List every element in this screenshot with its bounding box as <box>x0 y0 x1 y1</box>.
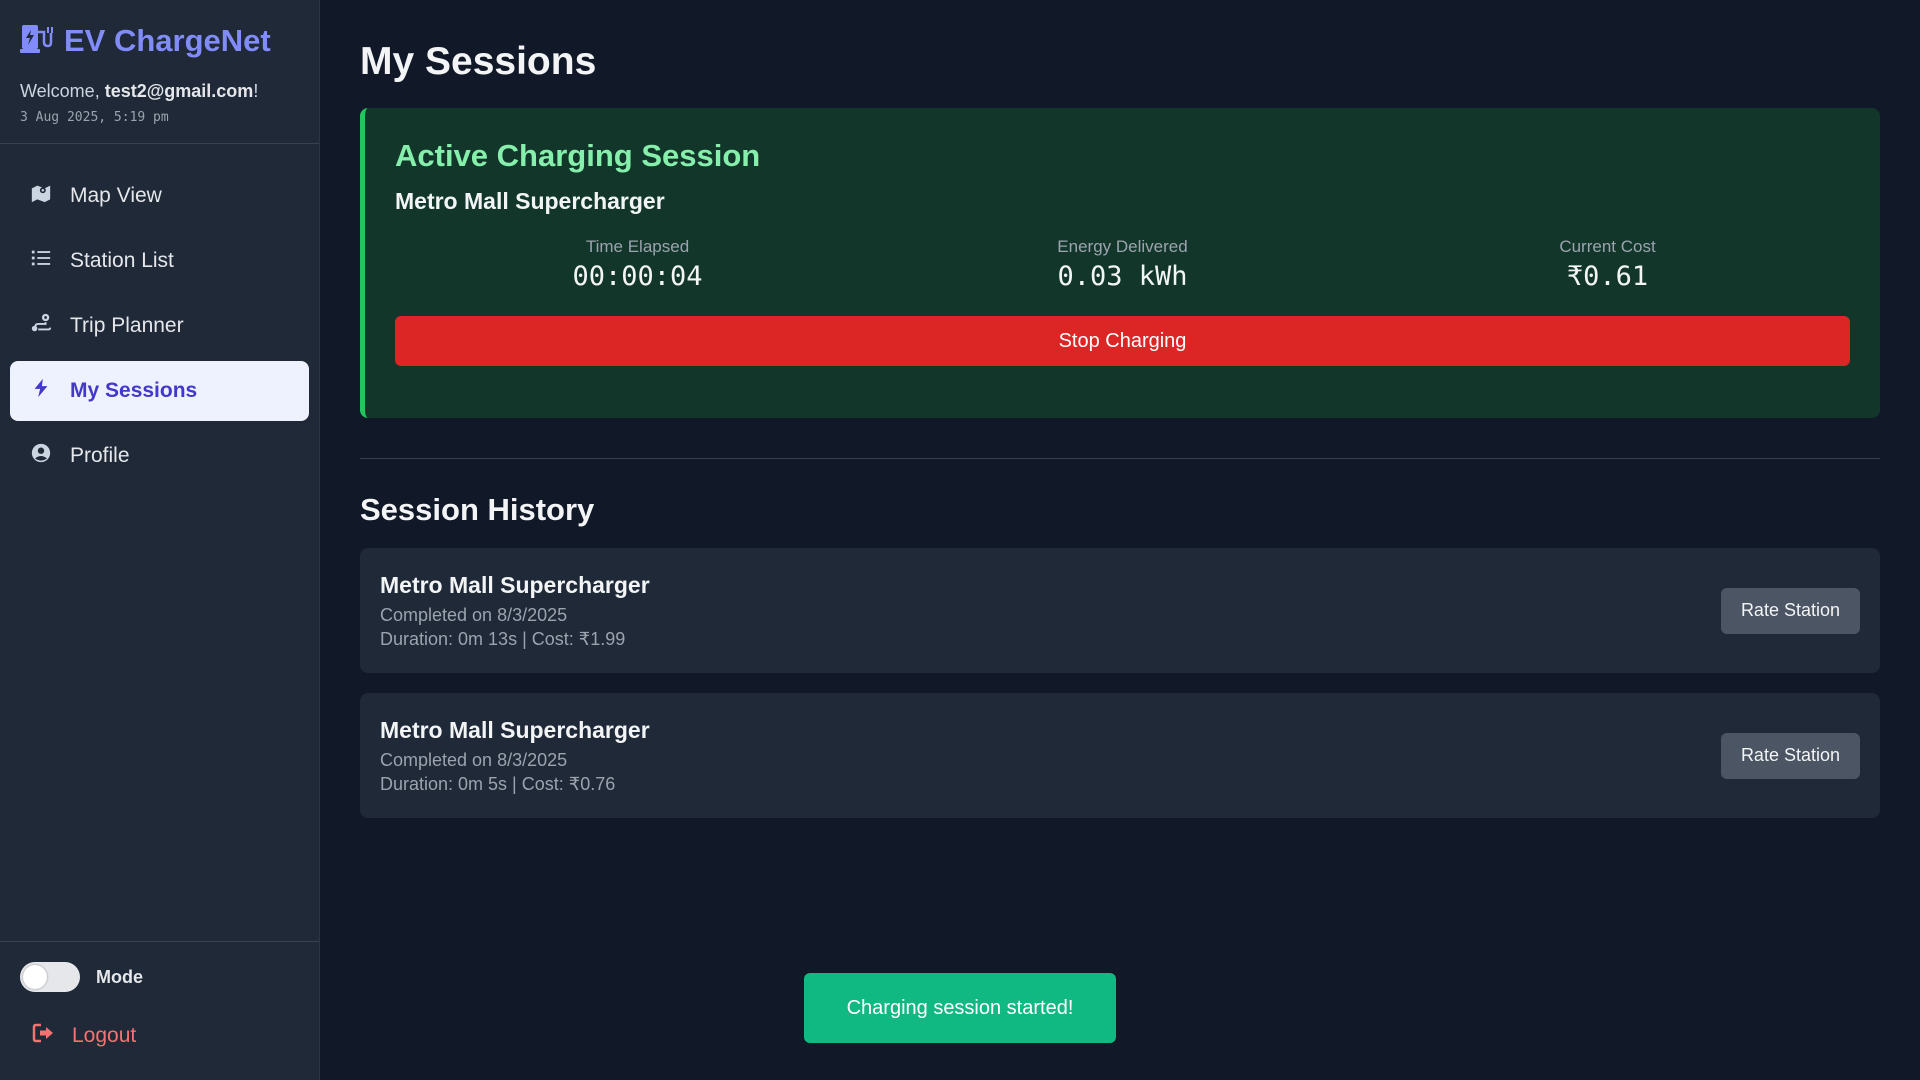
mode-row: Mode <box>20 962 299 992</box>
current-datetime: 3 Aug 2025, 5:19 pm <box>20 110 169 125</box>
stat-current-cost: Current Cost ₹0.61 <box>1365 237 1850 292</box>
history-item-info: Metro Mall Supercharger Completed on 8/3… <box>380 717 650 795</box>
sidebar: EV ChargeNet Welcome, test2@gmail.com! 3… <box>0 0 320 1080</box>
section-divider <box>360 458 1880 459</box>
mode-toggle[interactable] <box>20 962 80 992</box>
sidebar-item-label: Map View <box>70 184 162 207</box>
user-email: test2@gmail.com <box>104 81 254 101</box>
sidebar-item-station-list[interactable]: Station List <box>10 231 309 291</box>
history-details: Duration: 0m 13s | Cost: ₹1.99 <box>380 628 626 649</box>
app-title: EV ChargeNet <box>64 22 271 58</box>
sidebar-item-label: Profile <box>70 444 130 467</box>
stat-energy-delivered: Energy Delivered 0.03 kWh <box>880 237 1365 292</box>
bolt-icon <box>30 377 52 405</box>
stat-time-elapsed: Time Elapsed 00:00:04 <box>395 237 880 292</box>
page-title: My Sessions <box>360 40 597 83</box>
stat-label: Time Elapsed <box>585 237 690 256</box>
history-item-info: Metro Mall Supercharger Completed on 8/3… <box>380 572 650 650</box>
sidebar-item-map-view[interactable]: Map View <box>10 166 309 226</box>
history-item: Metro Mall Supercharger Completed on 8/3… <box>360 548 1880 673</box>
welcome-suffix: ! <box>253 81 259 101</box>
main-content: My Sessions Active Charging Session Metr… <box>320 0 1920 1080</box>
sidebar-item-my-sessions[interactable]: My Sessions <box>10 361 309 421</box>
active-station-name: Metro Mall Supercharger <box>395 188 665 214</box>
stat-value: ₹0.61 <box>1566 261 1649 292</box>
toast-notification: Charging session started! <box>804 973 1116 1043</box>
route-icon <box>30 312 52 340</box>
history-item: Metro Mall Supercharger Completed on 8/3… <box>360 693 1880 818</box>
brand-header: EV ChargeNet Welcome, test2@gmail.com! 3… <box>0 0 319 144</box>
active-session-card: Active Charging Session Metro Mall Super… <box>360 108 1880 418</box>
stat-label: Current Cost <box>1559 237 1656 256</box>
stat-value: 0.03 kWh <box>1057 261 1188 292</box>
toggle-knob <box>23 965 47 989</box>
mode-label: Mode <box>96 966 143 987</box>
sidebar-item-profile[interactable]: Profile <box>10 426 309 486</box>
app-root: EV ChargeNet Welcome, test2@gmail.com! 3… <box>0 0 1920 1080</box>
logout-label: Logout <box>72 1024 137 1047</box>
history-details: Duration: 0m 5s | Cost: ₹0.76 <box>380 773 616 794</box>
sidebar-footer: Mode Logout <box>0 941 319 1080</box>
welcome-prefix: Welcome, <box>20 81 105 101</box>
active-session-heading: Active Charging Session <box>395 138 761 173</box>
history-station-name: Metro Mall Supercharger <box>380 716 650 743</box>
session-stats: Time Elapsed 00:00:04 Energy Delivered 0… <box>395 237 1850 292</box>
session-history-heading: Session History <box>360 492 595 527</box>
stat-label: Energy Delivered <box>1057 237 1188 256</box>
list-icon <box>30 247 52 275</box>
charging-station-icon <box>20 22 54 59</box>
session-history-list: Metro Mall Supercharger Completed on 8/3… <box>360 548 1880 818</box>
logout-button[interactable]: Logout <box>20 1022 299 1050</box>
history-completed-date: Completed on 8/3/2025 <box>380 749 568 770</box>
sidebar-nav: Map View Station List Trip Planner My Se… <box>0 144 319 508</box>
sidebar-item-label: Trip Planner <box>70 314 184 337</box>
history-completed-date: Completed on 8/3/2025 <box>380 604 568 625</box>
user-circle-icon <box>30 442 52 470</box>
sidebar-item-label: Station List <box>70 249 174 272</box>
welcome-text: Welcome, test2@gmail.com! <box>20 81 299 102</box>
brand-row: EV ChargeNet <box>20 22 299 59</box>
logout-icon <box>32 1022 56 1050</box>
history-station-name: Metro Mall Supercharger <box>380 571 650 598</box>
map-icon <box>30 182 52 210</box>
rate-station-button[interactable]: Rate Station <box>1720 587 1860 634</box>
stop-charging-button[interactable]: Stop Charging <box>395 316 1850 366</box>
sidebar-item-trip-planner[interactable]: Trip Planner <box>10 296 309 356</box>
rate-station-button[interactable]: Rate Station <box>1720 732 1860 779</box>
stat-value: 00:00:04 <box>572 261 703 292</box>
sidebar-item-label: My Sessions <box>70 379 198 402</box>
